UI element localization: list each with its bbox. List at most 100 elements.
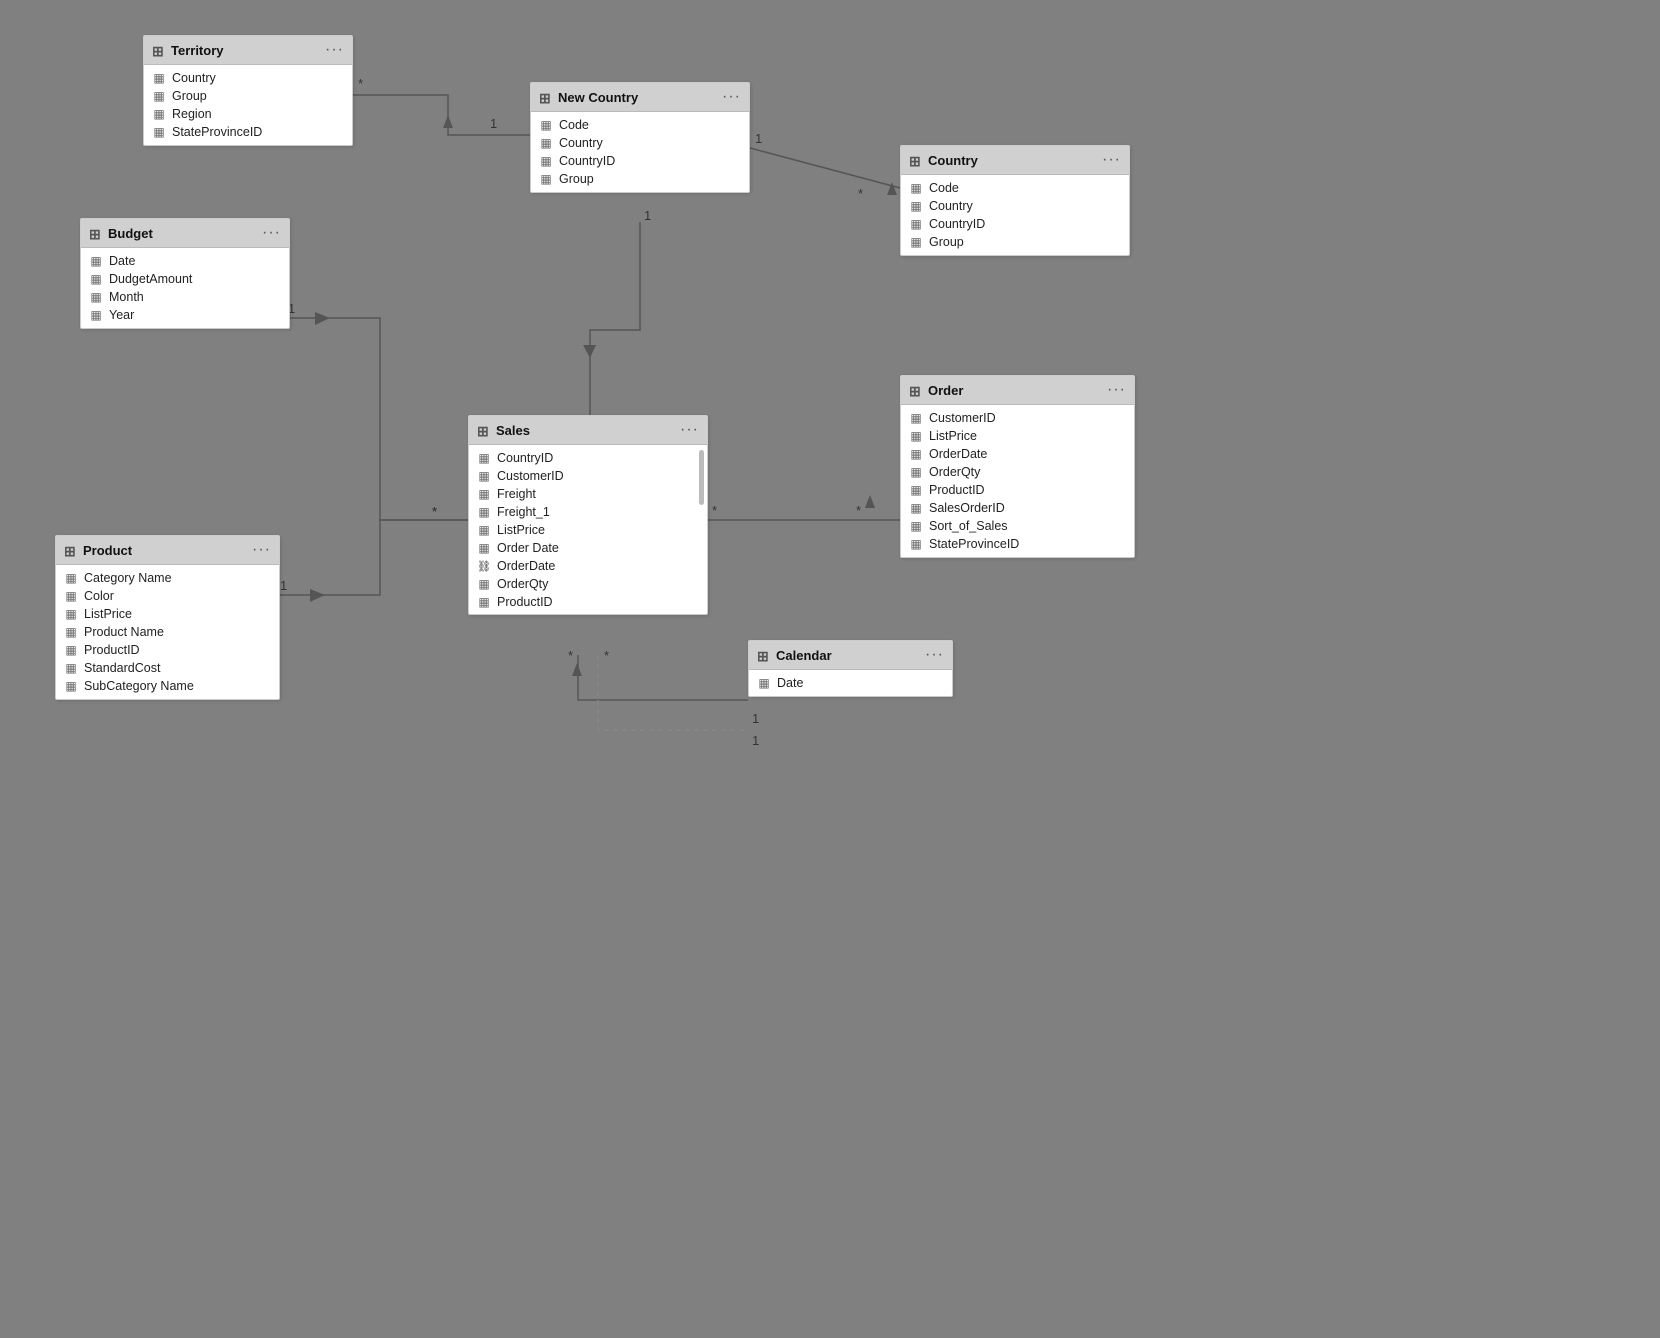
sales-header: Sales ···	[469, 416, 707, 445]
field-group: Group	[901, 233, 1129, 251]
field-sortofsales: Sort_of_Sales	[901, 517, 1134, 535]
field-freight: Freight	[469, 485, 707, 503]
table-grid-icon	[909, 383, 923, 397]
field-date: Date	[749, 674, 952, 692]
field-icon: ⛓	[477, 559, 491, 573]
new-country-table: New Country ··· Code Country CountryID G…	[530, 82, 750, 193]
new-country-body: Code Country CountryID Group	[531, 112, 749, 192]
budget-title: Budget	[108, 226, 153, 241]
budget-header: Budget ···	[81, 219, 289, 248]
order-menu[interactable]: ···	[1107, 381, 1126, 399]
field-icon	[539, 154, 553, 168]
svg-text:*: *	[858, 186, 863, 201]
field-dudgetamount: DudgetAmount	[81, 270, 289, 288]
field-code: Code	[901, 179, 1129, 197]
field-date: Date	[81, 252, 289, 270]
field-icon	[477, 451, 491, 465]
field-icon	[757, 676, 771, 690]
field-icon	[64, 661, 78, 675]
field-icon	[909, 447, 923, 461]
table-grid-icon	[477, 423, 491, 437]
field-icon	[477, 541, 491, 555]
field-icon	[477, 577, 491, 591]
order-header: Order ···	[901, 376, 1134, 405]
sales-body: CountryID CustomerID Freight Freight_1 L…	[469, 445, 707, 615]
new-country-menu[interactable]: ···	[722, 88, 741, 106]
field-year: Year	[81, 306, 289, 324]
table-grid-icon	[152, 43, 166, 57]
field-listprice: ListPrice	[56, 605, 279, 623]
field-icon	[89, 272, 103, 286]
field-stateprovinceid: StateProvinceID	[901, 535, 1134, 553]
field-icon	[909, 429, 923, 443]
field-icon	[909, 519, 923, 533]
field-customerid: CustomerID	[901, 409, 1134, 427]
field-icon	[539, 172, 553, 186]
calendar-title: Calendar	[776, 648, 832, 663]
field-icon	[909, 483, 923, 497]
product-header: Product ···	[56, 536, 279, 565]
field-icon	[909, 537, 923, 551]
field-icon	[909, 181, 923, 195]
field-countryid: CountryID	[469, 449, 707, 467]
field-orderqty: OrderQty	[469, 575, 707, 593]
field-icon	[89, 290, 103, 304]
budget-menu[interactable]: ···	[262, 224, 281, 242]
field-freight1: Freight_1	[469, 503, 707, 521]
table-grid-icon	[89, 226, 103, 240]
country-body: Code Country CountryID Group	[901, 175, 1129, 255]
field-icon	[477, 523, 491, 537]
svg-text:*: *	[358, 76, 363, 91]
field-month: Month	[81, 288, 289, 306]
field-icon	[539, 136, 553, 150]
field-productid: ProductID	[901, 481, 1134, 499]
order-title: Order	[928, 383, 963, 398]
field-icon	[477, 469, 491, 483]
field-icon	[909, 235, 923, 249]
calendar-body: Date	[749, 670, 952, 696]
field-country: Country	[144, 69, 352, 87]
sales-title: Sales	[496, 423, 530, 438]
territory-body: Country Group Region StateProvinceID	[144, 65, 352, 145]
field-icon	[909, 411, 923, 425]
product-table: Product ··· Category Name Color ListPric…	[55, 535, 280, 700]
svg-text:*: *	[856, 503, 861, 518]
field-icon	[477, 595, 491, 609]
territory-menu[interactable]: ···	[325, 41, 344, 59]
product-body: Category Name Color ListPrice Product Na…	[56, 565, 279, 699]
new-country-title: New Country	[558, 90, 638, 105]
field-region: Region	[144, 105, 352, 123]
field-listprice: ListPrice	[901, 427, 1134, 445]
field-salesorderid: SalesOrderID	[901, 499, 1134, 517]
order-body: CustomerID ListPrice OrderDate OrderQty …	[901, 405, 1134, 557]
field-productid: ProductID	[56, 641, 279, 659]
field-icon	[539, 118, 553, 132]
country-menu[interactable]: ···	[1102, 151, 1121, 169]
field-color: Color	[56, 587, 279, 605]
country-table: Country ··· Code Country CountryID Group	[900, 145, 1130, 256]
product-menu[interactable]: ···	[252, 541, 271, 559]
field-orderdate-label: Order Date	[469, 539, 707, 557]
country-header: Country ···	[901, 146, 1129, 175]
table-grid-icon	[64, 543, 78, 557]
sales-menu[interactable]: ···	[680, 421, 699, 439]
field-standardcost: StandardCost	[56, 659, 279, 677]
calendar-menu[interactable]: ···	[925, 646, 944, 664]
field-icon	[477, 487, 491, 501]
territory-header: Territory ···	[144, 36, 352, 65]
svg-text:1: 1	[490, 116, 497, 131]
field-icon	[64, 589, 78, 603]
field-icon	[152, 107, 166, 121]
sales-table: Sales ··· CountryID CustomerID Freight F…	[468, 415, 708, 615]
table-grid-icon	[909, 153, 923, 167]
field-listprice: ListPrice	[469, 521, 707, 539]
scrollbar[interactable]	[699, 450, 704, 505]
field-categoryname: Category Name	[56, 569, 279, 587]
field-countryid: CountryID	[901, 215, 1129, 233]
svg-text:1: 1	[280, 578, 287, 593]
field-country: Country	[901, 197, 1129, 215]
table-grid-icon	[539, 90, 553, 104]
field-icon	[909, 217, 923, 231]
field-subcategoryname: SubCategory Name	[56, 677, 279, 695]
svg-text:*: *	[432, 504, 437, 519]
